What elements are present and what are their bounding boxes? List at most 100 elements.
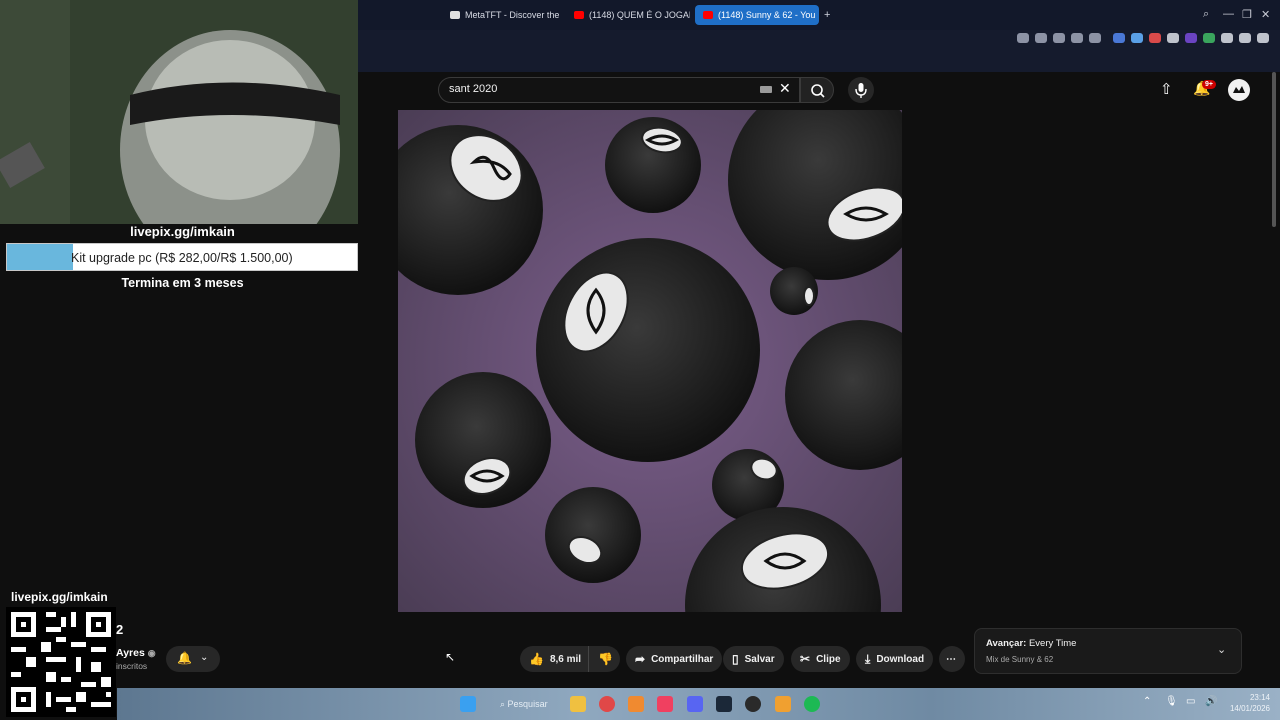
twitch-extension-icon[interactable] (1185, 33, 1197, 43)
search-input-value[interactable]: sant 2020 (449, 83, 497, 95)
puzzle-icon[interactable] (1221, 33, 1233, 43)
like-count: 8,6 mil (549, 653, 582, 665)
tab-quem-e-o-jogador[interactable]: (1148) QUEM É O JOGADOR (566, 5, 690, 25)
save-label: Salvar (744, 653, 775, 665)
donation-goal-fill (7, 244, 73, 270)
subscribed-notifications-button[interactable]: 🔔 ⌄ (166, 646, 220, 672)
search-icon[interactable]: ⌕ (1203, 8, 1209, 21)
close-icon[interactable]: ✕ (1261, 8, 1270, 21)
chevron-down-icon: ⌄ (200, 652, 209, 663)
taskbar-clock[interactable]: 23:14 14/01/2026 (1228, 692, 1270, 714)
extension-icon[interactable] (1203, 33, 1215, 43)
spotify-icon[interactable] (804, 696, 820, 712)
screen: MetaTFT - Discover the TFT (1148) QUEM É… (0, 0, 1280, 720)
app-icon[interactable] (775, 696, 791, 712)
thumbs-up-icon: 👍 (529, 652, 544, 666)
share-icon: ➦ (635, 652, 646, 666)
discord-icon[interactable] (687, 696, 703, 712)
webcam-image (0, 0, 358, 224)
download-button[interactable]: ⤓ Download (856, 646, 934, 672)
clip-label: Clipe (816, 653, 841, 665)
qr-label: livepix.gg/imkain (11, 590, 108, 604)
tab-sunny-62[interactable]: (1148) Sunny & 62 - You (695, 5, 819, 25)
chevron-up-icon[interactable]: ⌃ (1143, 696, 1159, 712)
tab-metatft[interactable]: MetaTFT - Discover the TFT (442, 5, 560, 25)
download-icon[interactable] (1239, 33, 1251, 43)
like-button[interactable]: 👍 8,6 mil (520, 646, 588, 672)
video-player[interactable] (398, 110, 902, 612)
microphone-icon (855, 83, 867, 98)
channel-name[interactable]: Ayres ◉ (116, 647, 156, 659)
bookmark-icon[interactable] (1017, 33, 1029, 43)
up-next-card[interactable] (974, 628, 1242, 674)
page-scrollbar[interactable] (1272, 72, 1276, 227)
subscriber-count: inscritos (116, 661, 148, 671)
share-button[interactable]: ➦ Compartilhar (626, 646, 723, 672)
youtube-favicon-icon (703, 11, 713, 19)
clear-search-icon[interactable]: ✕ (779, 80, 791, 97)
scissors-icon: ✂ (800, 652, 811, 666)
shield-icon[interactable] (1053, 33, 1065, 43)
share-label: Compartilhar (651, 653, 714, 665)
steam-icon[interactable] (716, 696, 732, 712)
more-actions-button[interactable]: ⋯ (939, 646, 965, 672)
clock-time: 23:14 (1249, 693, 1270, 702)
keyboard-icon[interactable] (760, 86, 772, 93)
extension-icon[interactable] (1149, 33, 1161, 43)
mouse-cursor-icon: ↖ (445, 650, 456, 664)
search-button[interactable] (800, 77, 834, 103)
minimize-icon[interactable]: — (1223, 8, 1234, 20)
network-icon[interactable]: ▭ (1186, 696, 1202, 712)
extension-icon[interactable] (1167, 33, 1179, 43)
screenshot-icon[interactable] (1035, 33, 1047, 43)
play-icon[interactable] (1071, 33, 1083, 43)
taskbar-search[interactable]: ⌕ Pesquisar (500, 699, 548, 710)
album-art-image (398, 110, 902, 612)
up-next-label[interactable]: Avançar: Every Time (986, 638, 1076, 649)
dislike-button[interactable]: 👎 (588, 646, 620, 672)
donation-goal-bar: Kit upgrade pc (R$ 282,00/R$ 1.500,00) (6, 243, 358, 271)
browser-icon[interactable] (628, 696, 644, 712)
up-next-title: Every Time (1028, 638, 1077, 649)
bookmark-icon: ▯ (732, 652, 739, 666)
download-icon: ⤓ (865, 651, 871, 666)
video-title: 2 (116, 622, 124, 637)
clip-button[interactable]: ✂ Clipe (791, 646, 850, 672)
save-button[interactable]: ▯ Salvar (723, 646, 784, 672)
restore-icon[interactable]: ❐ (1242, 8, 1252, 21)
metatft-favicon-icon (450, 11, 460, 19)
download-label: Download (876, 653, 925, 665)
obs-icon[interactable] (745, 696, 761, 712)
up-next-prefix: Avançar: (986, 638, 1027, 649)
extension-icon[interactable] (1131, 33, 1143, 43)
windows-start-icon[interactable] (460, 696, 476, 712)
donation-goal-end: Termina em 3 meses (121, 276, 244, 290)
bell-icon: 🔔 (177, 651, 192, 665)
chevron-down-icon[interactable]: ⌄ (1217, 643, 1226, 656)
taskbar-search-label: Pesquisar (507, 699, 548, 709)
livepix-url: livepix.gg/imkain (130, 224, 235, 239)
voice-search-button[interactable] (848, 77, 874, 103)
microphone-icon[interactable]: 🎙 (1165, 696, 1181, 712)
opera-icon[interactable] (599, 696, 615, 712)
translate-extension-icon[interactable] (1113, 33, 1125, 43)
menu-icon[interactable] (1257, 33, 1269, 43)
donation-goal-text: Kit upgrade pc (R$ 282,00/R$ 1.500,00) (71, 251, 293, 265)
youtube-favicon-icon (574, 11, 584, 19)
new-tab-button[interactable]: + (824, 9, 830, 21)
account-avatar[interactable] (1228, 79, 1250, 101)
volume-icon[interactable]: 🔊 (1205, 696, 1221, 712)
clock-date: 14/01/2026 (1229, 704, 1270, 713)
notifications-badge: 9+ (1202, 80, 1216, 89)
heart-icon[interactable] (1089, 33, 1101, 43)
file-explorer-icon[interactable] (570, 696, 586, 712)
qr-code-image (6, 607, 116, 717)
music-icon[interactable] (657, 696, 673, 712)
tab-label: MetaTFT - Discover the TFT (465, 10, 560, 20)
tab-label: (1148) QUEM É O JOGADOR (589, 10, 690, 20)
up-next-subtitle: Mix de Sunny & 62 (986, 655, 1054, 664)
upload-icon[interactable]: ⇧ (1160, 80, 1173, 98)
tab-label: (1148) Sunny & 62 - You (718, 10, 816, 20)
more-icon: ⋯ (946, 653, 956, 665)
channel-name-text[interactable]: Ayres (116, 647, 145, 659)
